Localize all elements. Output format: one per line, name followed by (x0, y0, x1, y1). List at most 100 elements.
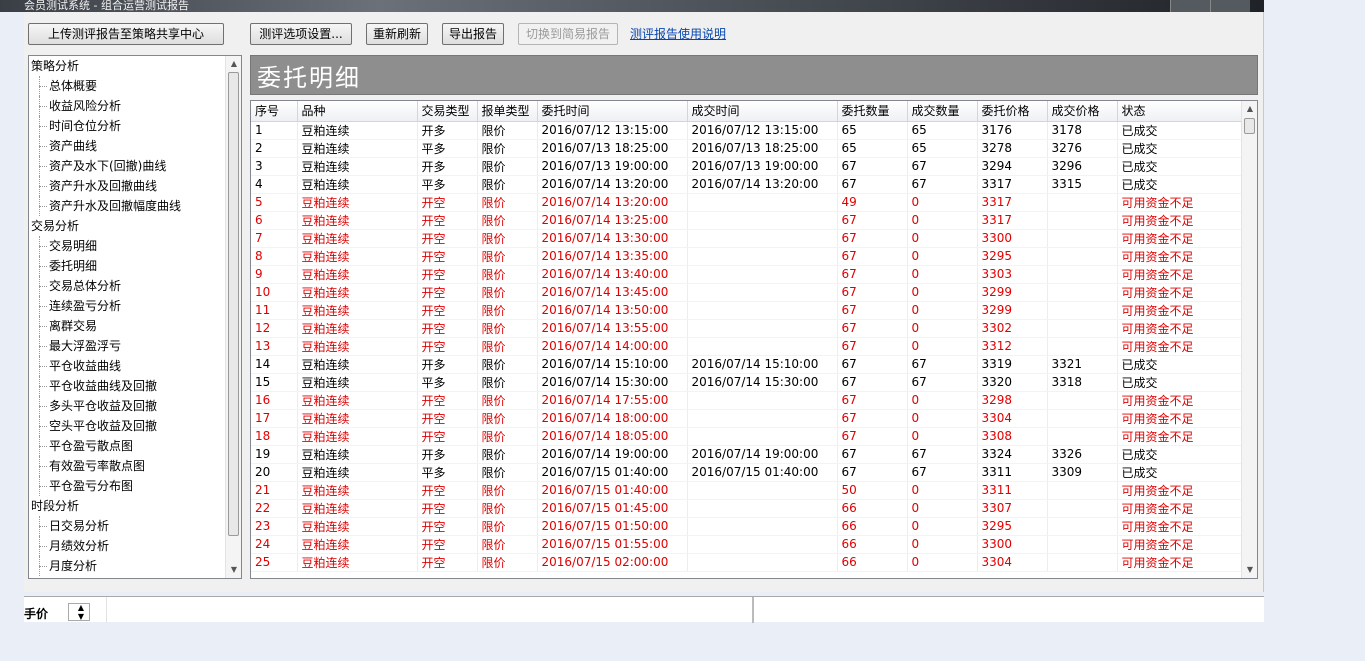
table-row[interactable]: 17 豆粕连续 开空 限价 2016/07/14 18:00:00 67 0 3304 可用资金… (251, 409, 1242, 428)
table-row[interactable]: 11 豆粕连续 开空 限价 2016/07/14 13:50:00 67 0 3299 可用资金… (251, 301, 1242, 320)
table-cell: 可用资金不足 (1117, 211, 1242, 230)
tree-item[interactable]: 平仓收益曲线 (29, 356, 241, 376)
table-row[interactable]: 12 豆粕连续 开空 限价 2016/07/14 13:55:00 67 0 3302 可用资金… (251, 319, 1242, 338)
table-row[interactable]: 19 豆粕连续 开多 限价 2016/07/14 19:00:00 2016/07/14 … (251, 445, 1242, 464)
table-row[interactable]: 25 豆粕连续 开空 限价 2016/07/15 02:00:00 66 0 3304 可用资金… (251, 553, 1242, 572)
tree-item[interactable]: 多头平仓收益及回撤 (29, 396, 241, 416)
column-header[interactable]: 委托数量 (837, 101, 908, 122)
table-cell: 限价 (477, 463, 538, 482)
table-cell: 3304 (977, 409, 1048, 428)
tree-item[interactable]: 连续盈亏分析 (29, 296, 241, 316)
table-row[interactable]: 9 豆粕连续 开空 限价 2016/07/14 13:40:00 67 0 3303 可用资金不… (251, 265, 1242, 284)
close-window-button[interactable] (1210, 0, 1250, 12)
tree-category[interactable]: 时段分析 (29, 496, 241, 516)
table-row[interactable]: 1 豆粕连续 开多 限价 2016/07/12 13:15:00 2016/07/12 1… (251, 121, 1242, 140)
tree-item[interactable]: 平仓盈亏散点图 (29, 436, 241, 456)
tree-item[interactable]: 平仓盈亏分布图 (29, 476, 241, 496)
tree-item[interactable]: 有效盈亏率散点图 (29, 456, 241, 476)
table-cell: 66 (837, 499, 908, 518)
table-cell (1047, 265, 1118, 284)
tree-item[interactable]: 日交易分析 (29, 516, 241, 536)
tree-item[interactable]: 资产及水下(回撤)曲线 (29, 156, 241, 176)
table-cell: 豆粕连续 (297, 175, 418, 194)
tree-item[interactable]: 离群交易 (29, 316, 241, 336)
tree-item[interactable]: 资产升水及回撤曲线 (29, 176, 241, 196)
tree-item[interactable]: 交易明细 (29, 236, 241, 256)
table-row[interactable]: 6 豆粕连续 开空 限价 2016/07/14 13:25:00 67 0 3317 可用资金不… (251, 211, 1242, 230)
table-cell: 豆粕连续 (297, 535, 418, 554)
tree-item[interactable]: 资产升水及回撤幅度曲线 (29, 196, 241, 216)
table-cell: 0 (907, 337, 978, 356)
table-cell: 0 (907, 283, 978, 302)
scroll-down-icon[interactable]: ▼ (1242, 562, 1257, 578)
tree-item[interactable]: 平仓收益曲线及回撤 (29, 376, 241, 396)
table-cell (687, 481, 838, 500)
scroll-up-icon[interactable]: ▲ (1242, 101, 1257, 117)
tree-item[interactable]: 总体概要 (29, 76, 241, 96)
tree-item[interactable]: 月度分析 (29, 556, 241, 576)
table-cell: 67 (907, 463, 978, 482)
table-row[interactable]: 13 豆粕连续 开空 限价 2016/07/14 14:00:00 67 0 3312 可用资金… (251, 337, 1242, 356)
table-cell: 67 (837, 427, 908, 446)
tree-item[interactable]: 月绩效分析 (29, 536, 241, 556)
tree-scroll-thumb[interactable] (228, 72, 239, 536)
table-row[interactable]: 8 豆粕连续 开空 限价 2016/07/14 13:35:00 67 0 3295 可用资金不… (251, 247, 1242, 266)
column-header[interactable]: 委托价格 (977, 101, 1048, 122)
table-cell: 65 (837, 139, 908, 158)
test-options-button[interactable]: 测评选项设置... (250, 23, 352, 45)
table-row[interactable]: 4 豆粕连续 平多 限价 2016/07/14 13:20:00 2016/07/14 1… (251, 175, 1242, 194)
column-header[interactable]: 序号 (251, 101, 298, 122)
table-cell: 67 (837, 157, 908, 176)
column-header[interactable]: 报单类型 (477, 101, 538, 122)
column-header[interactable]: 状态 (1117, 101, 1242, 122)
table-scroll-thumb[interactable] (1244, 118, 1255, 134)
table-row[interactable]: 18 豆粕连续 开空 限价 2016/07/14 18:05:00 67 0 3308 可用资金… (251, 427, 1242, 446)
window-titlebar: 会员测试系统 - 组合运营测试报告 (0, 0, 1264, 12)
table-cell: 2016/07/15 02:00:00 (537, 553, 688, 572)
table-row[interactable]: 10 豆粕连续 开空 限价 2016/07/14 13:45:00 67 0 3299 可用资金… (251, 283, 1242, 302)
column-header[interactable]: 交易类型 (417, 101, 478, 122)
table-cell: 限价 (477, 265, 538, 284)
tree-scrollbar[interactable]: ▲ ▼ (225, 56, 241, 578)
report-help-link[interactable]: 测评报告使用说明 (630, 25, 726, 42)
tree-item[interactable]: 收益风险分析 (29, 96, 241, 116)
refresh-button[interactable]: 重新刷新 (366, 23, 428, 45)
tree-item[interactable]: 最大浮盈浮亏 (29, 336, 241, 356)
table-cell: 开空 (417, 193, 478, 212)
column-header[interactable]: 委托时间 (537, 101, 688, 122)
tree-category[interactable]: 策略分析 (29, 56, 241, 76)
table-row[interactable]: 24 豆粕连续 开空 限价 2016/07/15 01:55:00 66 0 3300 可用资金… (251, 535, 1242, 554)
table-row[interactable]: 5 豆粕连续 开空 限价 2016/07/14 13:20:00 49 0 3317 可用资金不… (251, 193, 1242, 212)
tree-item[interactable]: 时间仓位分析 (29, 116, 241, 136)
table-row[interactable]: 16 豆粕连续 开空 限价 2016/07/14 17:55:00 67 0 3298 可用资金… (251, 391, 1242, 410)
tree-item[interactable]: 资产曲线 (29, 136, 241, 156)
scroll-up-icon[interactable]: ▲ (226, 56, 241, 72)
tree-item[interactable]: 交易总体分析 (29, 276, 241, 296)
column-header[interactable]: 成交时间 (687, 101, 838, 122)
table-row[interactable]: 22 豆粕连续 开空 限价 2016/07/15 01:45:00 66 0 3307 可用资金… (251, 499, 1242, 518)
table-cell: 67 (837, 373, 908, 392)
table-row[interactable]: 20 豆粕连续 平多 限价 2016/07/15 01:40:00 2016/07/15 … (251, 463, 1242, 482)
column-header[interactable]: 成交价格 (1047, 101, 1118, 122)
tree-item[interactable]: 委托明细 (29, 256, 241, 276)
export-report-button[interactable]: 导出报告 (442, 23, 504, 45)
scroll-down-icon[interactable]: ▼ (226, 562, 241, 578)
spinner-arrows-icon[interactable]: ▲ ▼ (74, 603, 88, 621)
table-row[interactable]: 23 豆粕连续 开空 限价 2016/07/15 01:50:00 66 0 3295 可用资金… (251, 517, 1242, 536)
table-scrollbar[interactable]: ▲ ▼ (1241, 101, 1257, 578)
minimize-button[interactable] (1170, 0, 1210, 12)
column-header[interactable]: 品种 (297, 101, 418, 122)
table-row[interactable]: 14 豆粕连续 开多 限价 2016/07/14 15:10:00 2016/07/14 … (251, 355, 1242, 374)
upload-report-button[interactable]: 上传测评报告至策略共享中心 (28, 23, 224, 45)
column-header[interactable]: 成交数量 (907, 101, 978, 122)
table-row[interactable]: 3 豆粕连续 开多 限价 2016/07/13 19:00:00 2016/07/13 1… (251, 157, 1242, 176)
table-cell: 3315 (1047, 175, 1118, 194)
table-row[interactable]: 2 豆粕连续 平多 限价 2016/07/13 18:25:00 2016/07/13 1… (251, 139, 1242, 158)
table-cell: 67 (907, 373, 978, 392)
table-row[interactable]: 15 豆粕连续 平多 限价 2016/07/14 15:30:00 2016/07/14 … (251, 373, 1242, 392)
table-cell: 豆粕连续 (297, 229, 418, 248)
tree-item[interactable]: 空头平仓收益及回撤 (29, 416, 241, 436)
table-row[interactable]: 21 豆粕连续 开空 限价 2016/07/15 01:40:00 50 0 3311 可用资金… (251, 481, 1242, 500)
tree-category[interactable]: 交易分析 (29, 216, 241, 236)
table-row[interactable]: 7 豆粕连续 开空 限价 2016/07/14 13:30:00 67 0 3300 可用资金不… (251, 229, 1242, 248)
